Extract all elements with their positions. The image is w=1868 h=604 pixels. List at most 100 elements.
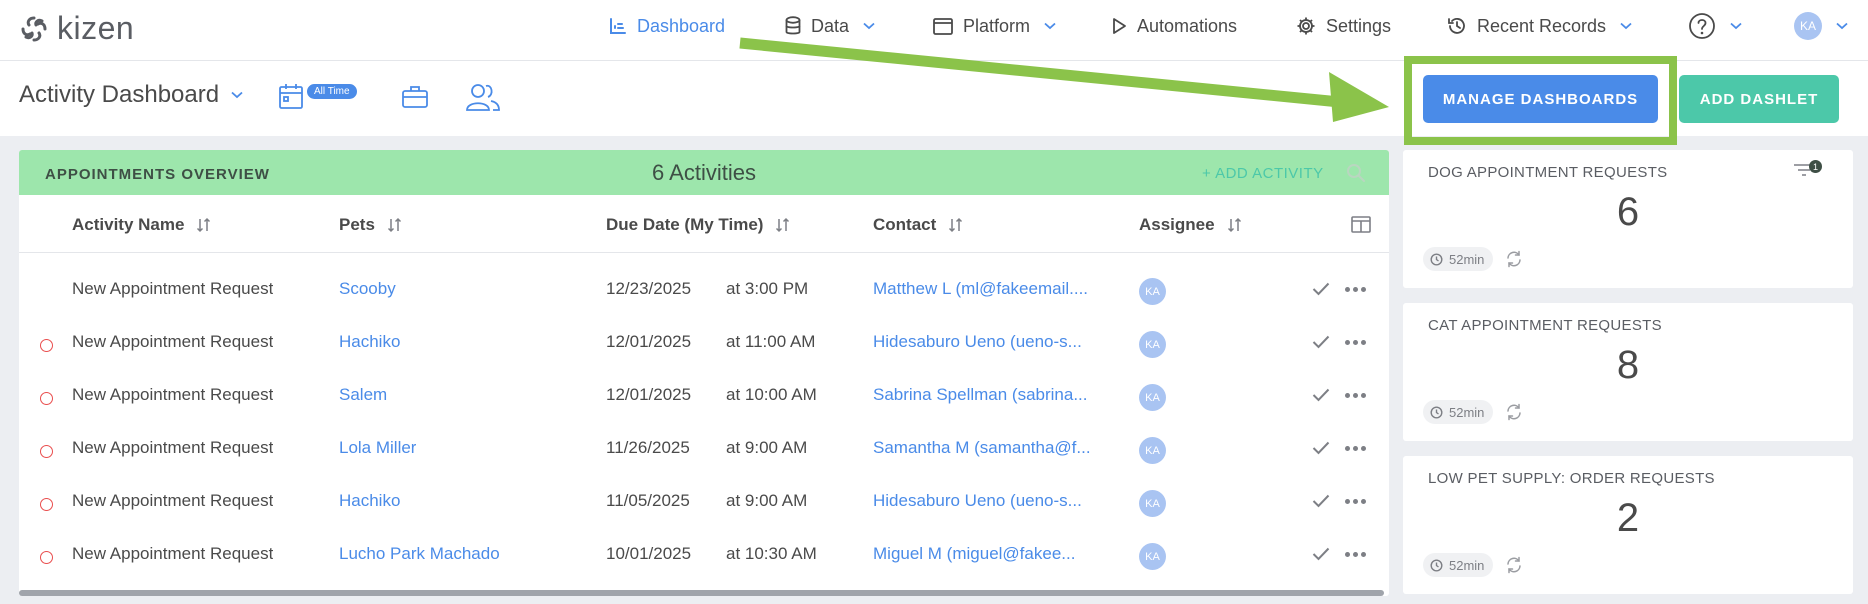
chevron-down-icon (1730, 22, 1742, 30)
table-row[interactable]: New Appointment Request Scooby 12/23/202… (19, 265, 1389, 318)
nav-dashboard-label: Dashboard (637, 15, 726, 36)
column-assignee[interactable]: Assignee (1139, 215, 1243, 235)
more-actions-icon[interactable] (1345, 499, 1366, 504)
complete-check-icon[interactable] (1312, 441, 1330, 455)
contact-link[interactable]: Sabrina Spellman (sabrina... (873, 385, 1113, 405)
complete-check-icon[interactable] (1312, 388, 1330, 402)
dashboard-selector[interactable]: Activity Dashboard (19, 81, 243, 109)
dashlet-low-pet-supply[interactable]: LOW PET SUPPLY: ORDER REQUESTS 2 52min (1403, 456, 1853, 594)
panel-title: APPOINTMENTS OVERVIEW (45, 166, 270, 183)
nav-data[interactable]: Data (785, 0, 875, 52)
assignee-avatar[interactable]: KA (1139, 278, 1166, 305)
table-row[interactable]: New Appointment Request Hachiko 12/01/20… (19, 318, 1389, 371)
overdue-indicator (40, 445, 53, 458)
contact-link[interactable]: Hidesaburo Ueno (ueno-s... (873, 332, 1113, 352)
due-time: at 10:30 AM (726, 544, 817, 563)
refresh-icon[interactable] (1505, 403, 1523, 421)
dashlet-cat-appointments[interactable]: CAT APPOINTMENT REQUESTS 8 52min (1403, 303, 1853, 441)
assignee-avatar[interactable]: KA (1139, 384, 1166, 411)
appointments-overview-panel: APPOINTMENTS OVERVIEW 6 Activities + ADD… (19, 150, 1389, 596)
pet-link[interactable]: Lucho Park Machado (339, 544, 500, 564)
help-menu[interactable] (1688, 0, 1742, 52)
contact-link[interactable]: Matthew L (ml@fakeemail.... (873, 279, 1113, 299)
complete-check-icon[interactable] (1312, 547, 1330, 561)
more-actions-icon[interactable] (1345, 340, 1366, 345)
column-contact[interactable]: Contact (873, 215, 964, 235)
clock-icon (1430, 252, 1443, 266)
column-label: Activity Name (72, 215, 185, 234)
table-row[interactable]: New Appointment Request Salem 12/01/2025… (19, 371, 1389, 424)
column-activity-name[interactable]: Activity Name (72, 215, 212, 235)
activity-name: New Appointment Request (72, 279, 274, 298)
filter-button[interactable]: 1 (1793, 160, 1822, 178)
contact-link[interactable]: Hidesaburo Ueno (ueno-s... (873, 491, 1113, 511)
column-label: Due Date (My Time) (606, 215, 764, 234)
dashlet-age-badge: 52min (1423, 553, 1494, 577)
search-icon[interactable] (1346, 163, 1366, 183)
pet-link[interactable]: Hachiko (339, 491, 400, 511)
complete-check-icon[interactable] (1312, 494, 1330, 508)
more-actions-icon[interactable] (1345, 446, 1366, 451)
assignee-avatar[interactable]: KA (1139, 490, 1166, 517)
sort-icon (197, 217, 211, 233)
pet-link[interactable]: Hachiko (339, 332, 400, 352)
pet-link[interactable]: Lola Miller (339, 438, 416, 458)
due-time: at 10:00 AM (726, 385, 817, 404)
user-menu[interactable]: KA (1794, 0, 1848, 52)
due-time: at 9:00 AM (726, 491, 808, 510)
calendar-icon (279, 84, 303, 109)
column-due-date[interactable]: Due Date (My Time) (606, 215, 791, 235)
manage-dashboards-button[interactable]: MANAGE DASHBOARDS (1423, 75, 1658, 123)
table-row[interactable]: New Appointment Request Lola Miller 11/2… (19, 424, 1389, 477)
kizen-logo[interactable]: kizen (19, 10, 134, 47)
briefcase-icon (402, 86, 428, 108)
complete-check-icon[interactable] (1312, 335, 1330, 349)
assignee-avatar[interactable]: KA (1139, 543, 1166, 570)
nav-dashboard[interactable]: Dashboard (609, 0, 725, 52)
refresh-icon[interactable] (1505, 250, 1523, 268)
table-row[interactable]: New Appointment Request Lucho Park Macha… (19, 530, 1389, 583)
business-filter-button[interactable] (402, 85, 428, 109)
table-row[interactable]: New Appointment Request Hachiko 11/05/20… (19, 477, 1389, 530)
user-avatar: KA (1794, 12, 1822, 40)
columns-icon[interactable] (1351, 216, 1371, 233)
dashlet-title: LOW PET SUPPLY: ORDER REQUESTS (1428, 470, 1715, 487)
pet-link[interactable]: Salem (339, 385, 387, 405)
dashlet-value: 8 (1616, 343, 1640, 387)
add-activity-button[interactable]: + ADD ACTIVITY (1202, 165, 1324, 182)
chevron-down-icon (1836, 22, 1848, 30)
column-label: Contact (873, 215, 937, 234)
assignee-avatar[interactable]: KA (1139, 331, 1166, 358)
pet-link[interactable]: Scooby (339, 279, 396, 299)
activity-name: New Appointment Request (72, 491, 274, 510)
nav-automations[interactable]: Automations (1111, 0, 1237, 52)
chevron-down-icon (1620, 22, 1632, 30)
dashlet-age: 52min (1449, 557, 1485, 573)
dashlet-age-badge: 52min (1423, 247, 1494, 271)
nav-recent-records[interactable]: Recent Records (1447, 0, 1632, 52)
overdue-indicator (40, 551, 53, 564)
more-actions-icon[interactable] (1345, 393, 1366, 398)
more-actions-icon[interactable] (1345, 552, 1366, 557)
overdue-indicator (40, 339, 53, 352)
gear-icon (1297, 17, 1315, 35)
contact-link[interactable]: Miguel M (miguel@fakee... (873, 544, 1113, 564)
column-pets[interactable]: Pets (339, 215, 403, 235)
nav-settings[interactable]: Settings (1296, 0, 1391, 52)
date-range-badge[interactable]: All Time (307, 84, 357, 99)
complete-check-icon[interactable] (1312, 282, 1330, 296)
horizontal-scrollbar[interactable] (19, 590, 1384, 596)
database-icon (785, 16, 801, 35)
nav-platform[interactable]: Platform (933, 0, 1056, 52)
date-filter-button[interactable] (279, 83, 303, 109)
activity-count: 6 Activities (652, 160, 756, 185)
refresh-icon[interactable] (1505, 556, 1523, 574)
sort-icon (1227, 217, 1241, 233)
assignee-avatar[interactable]: KA (1139, 437, 1166, 464)
contact-link[interactable]: Samantha M (samantha@f... (873, 438, 1113, 458)
more-actions-icon[interactable] (1345, 287, 1366, 292)
team-filter-button[interactable] (466, 83, 500, 111)
dashlet-dog-appointments[interactable]: DOG APPOINTMENT REQUESTS 1 6 52min (1403, 150, 1853, 288)
add-dashlet-button[interactable]: ADD DASHLET (1679, 75, 1839, 123)
dashlet-age: 52min (1449, 251, 1485, 267)
